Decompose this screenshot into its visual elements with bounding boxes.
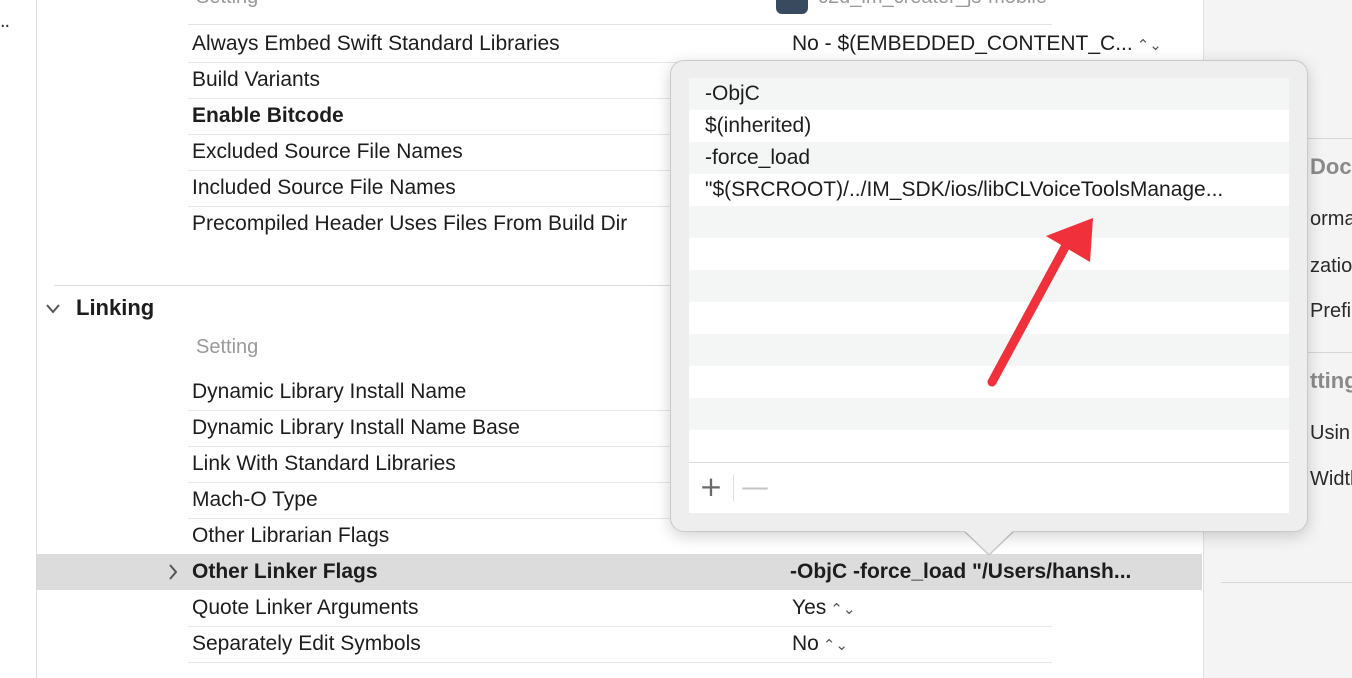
- left-navigator-strip: ..: [0, 0, 37, 678]
- inspector-divider: [1304, 138, 1352, 139]
- setting-column-header: Setting: [196, 0, 258, 9]
- header-divider: [188, 24, 1052, 25]
- setting-name: Included Source File Names: [192, 176, 456, 199]
- setting-name: Mach-O Type: [192, 488, 318, 511]
- setting-name: Build Variants: [192, 68, 321, 91]
- linker-flags-popover: -ObjC $(inherited) -force_load "$(SRCROO…: [670, 60, 1308, 532]
- inspector-section-header: tting: [1310, 368, 1352, 393]
- setting-column-header: Setting: [196, 336, 259, 358]
- empty-list-row: [689, 270, 1289, 302]
- setting-name: Always Embed Swift Standard Libraries: [192, 32, 560, 55]
- setting-row-quote-linker-args[interactable]: Quote Linker Arguments Yes ⌃⌄: [188, 590, 1052, 627]
- stepper-icon[interactable]: ⌃⌄: [1137, 37, 1162, 54]
- popover-toolbar: + —: [689, 462, 1289, 513]
- remove-item-button[interactable]: —: [735, 469, 775, 505]
- list-item-text[interactable]: "$(SRCROOT)/../IM_SDK/ios/libCLVoiceTool…: [705, 178, 1223, 202]
- setting-name: Dynamic Library Install Name: [192, 380, 467, 403]
- list-item[interactable]: "$(SRCROOT)/../IM_SDK/ios/libCLVoiceTool…: [689, 174, 1289, 206]
- inspector-label: Usin: [1310, 422, 1351, 444]
- setting-row-always-embed-swift[interactable]: Always Embed Swift Standard Libraries No…: [188, 26, 1162, 63]
- setting-name: Link With Standard Libraries: [192, 452, 456, 475]
- inspector-divider: [1304, 352, 1352, 353]
- list-item[interactable]: -force_load: [689, 142, 1289, 174]
- empty-list-row: [689, 302, 1289, 334]
- chevron-down-icon[interactable]: [44, 298, 62, 320]
- add-item-button[interactable]: +: [691, 469, 731, 505]
- list-item[interactable]: -ObjC: [689, 78, 1289, 110]
- empty-list-row: [689, 334, 1289, 366]
- setting-value[interactable]: Yes ⌃⌄: [792, 596, 855, 620]
- inspector-label: Width: [1310, 468, 1352, 490]
- setting-name: Separately Edit Symbols: [192, 632, 421, 655]
- setting-value[interactable]: No - $(EMBEDDED_CONTENT_C... ⌃⌄: [792, 32, 1162, 56]
- empty-list-row: [689, 206, 1289, 238]
- list-item-text[interactable]: $(inherited): [705, 114, 811, 138]
- list-item[interactable]: $(inherited): [689, 110, 1289, 142]
- inspector-label: zatio: [1310, 255, 1352, 277]
- inspector-divider: [1221, 582, 1352, 583]
- empty-list-row: [689, 366, 1289, 398]
- inspector-label: Prefi: [1310, 300, 1352, 322]
- inspector-section-header: Doc: [1310, 154, 1352, 179]
- toolbar-divider: [733, 475, 734, 501]
- section-title-linking[interactable]: Linking: [76, 295, 154, 321]
- popover-tail: [962, 528, 1016, 554]
- chevron-right-icon[interactable]: [166, 562, 180, 582]
- list-item-text[interactable]: -force_load: [705, 146, 810, 170]
- list-item-text[interactable]: -ObjC: [705, 82, 760, 106]
- stepper-icon[interactable]: ⌃⌄: [823, 637, 848, 654]
- setting-name: Excluded Source File Names: [192, 140, 463, 163]
- setting-name-other-linker-flags: Other Linker Flags: [192, 560, 378, 583]
- setting-row-separately-edit-symbols[interactable]: Separately Edit Symbols No ⌃⌄: [188, 626, 1052, 663]
- target-column-header: c2d_im_creater_js-mobile: [818, 0, 1047, 9]
- empty-list-row: [689, 238, 1289, 270]
- setting-name: Enable Bitcode: [192, 104, 344, 127]
- setting-name: Other Librarian Flags: [192, 524, 390, 547]
- setting-name: Precompiled Header Uses Files From Build…: [192, 212, 628, 235]
- target-app-icon: [776, 0, 808, 14]
- setting-name: Dynamic Library Install Name Base: [192, 416, 520, 439]
- empty-list-row: [689, 398, 1289, 430]
- linker-flags-list: -ObjC $(inherited) -force_load "$(SRCROO…: [689, 78, 1289, 462]
- setting-name: Quote Linker Arguments: [192, 596, 419, 619]
- truncated-navigator-text: ..: [0, 10, 10, 32]
- stepper-icon[interactable]: ⌃⌄: [830, 601, 855, 618]
- setting-value[interactable]: No ⌃⌄: [792, 632, 848, 656]
- empty-list-row: [689, 430, 1289, 462]
- inspector-label: orma: [1310, 208, 1352, 230]
- setting-value-other-linker-flags[interactable]: -ObjC -force_load "/Users/hansh...: [790, 560, 1131, 584]
